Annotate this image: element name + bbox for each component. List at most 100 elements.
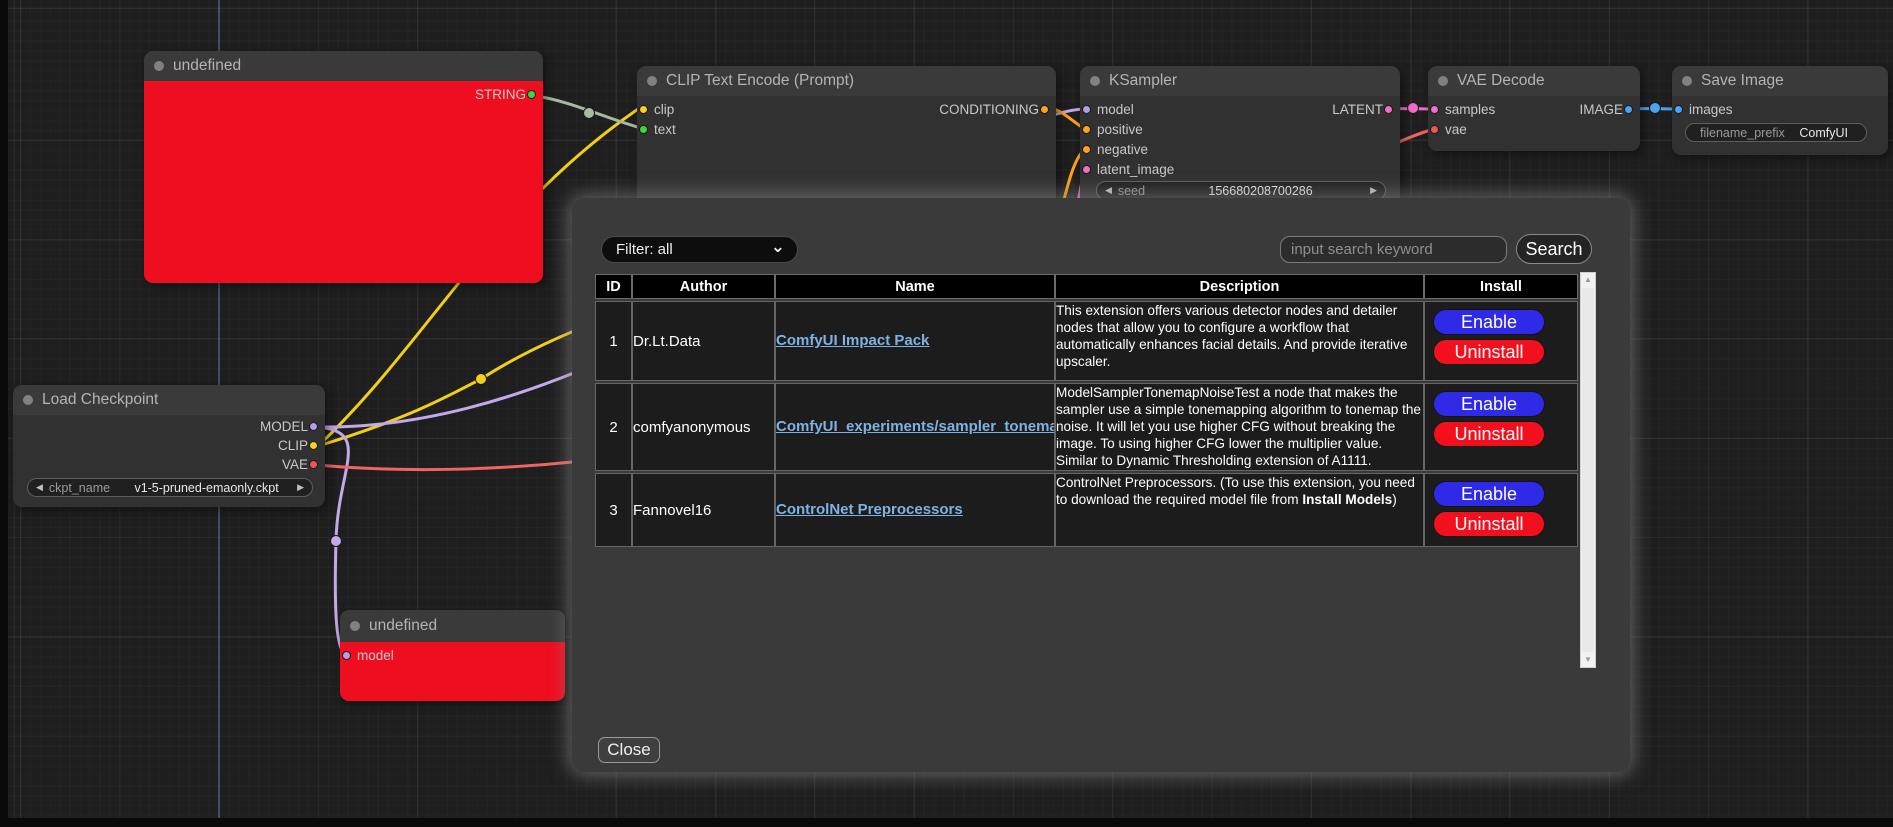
node-vae-decode[interactable]: VAE Decode samples IMAGE vae (1428, 66, 1640, 151)
cell-author: Dr.Lt.Data (632, 301, 775, 381)
filter-select[interactable]: Filter: all ⌄ (601, 236, 798, 263)
input-slot-samples[interactable] (1430, 105, 1439, 114)
output-slot-string[interactable] (527, 90, 536, 99)
extension-link[interactable]: ComfyUI Impact Pack (776, 332, 929, 349)
node-status-dot-icon (1682, 76, 1692, 86)
filename-prefix-widget[interactable]: filename_prefix ComfyUI (1685, 123, 1867, 142)
node-title-bar[interactable]: undefined (144, 51, 543, 81)
reroute-dot[interactable] (584, 108, 595, 119)
scroll-down-icon[interactable]: ▼ (1581, 653, 1595, 667)
output-label: CLIP (278, 438, 308, 453)
node-title: CLIP Text Encode (Prompt) (666, 72, 854, 90)
input-slot-vae[interactable] (1430, 125, 1439, 134)
output-slot-conditioning[interactable] (1040, 105, 1049, 114)
output-label: MODEL (260, 419, 308, 434)
node-body: samples IMAGE vae (1428, 96, 1640, 151)
increase-arrow-icon[interactable]: ▶ (1370, 186, 1377, 195)
enable-button[interactable]: Enable (1433, 481, 1545, 507)
column-header: Name (775, 274, 1055, 299)
column-header: ID (595, 274, 632, 299)
uninstall-button[interactable]: Uninstall (1433, 339, 1545, 365)
extension-row: 1Dr.Lt.DataComfyUI Impact PackThis exten… (595, 301, 1578, 381)
node-status-dot-icon (23, 395, 33, 405)
uninstall-button[interactable]: Uninstall (1433, 511, 1545, 537)
node-status-dot-icon (1438, 76, 1448, 86)
cell-author: Fannovel16 (632, 473, 775, 547)
node-title: VAE Decode (1457, 72, 1545, 90)
reroute-dot[interactable] (476, 374, 487, 385)
node-ksampler[interactable]: KSampler model LATENT positive negative … (1080, 66, 1400, 209)
cell-author: comfyanonymous (632, 383, 775, 471)
node-save-image[interactable]: Save Image images filename_prefix ComfyU… (1672, 66, 1888, 155)
output-slot-model[interactable] (309, 422, 318, 431)
cell-install: Enable Uninstall (1424, 301, 1578, 381)
cell-name: ControlNet Preprocessors (775, 473, 1055, 547)
extension-table-container: IDAuthorNameDescriptionInstall 1Dr.Lt.Da… (595, 272, 1601, 668)
extension-link[interactable]: ControlNet Preprocessors (776, 501, 963, 518)
cell-description: This extension offers various detector n… (1055, 301, 1424, 381)
uninstall-button[interactable]: Uninstall (1433, 421, 1545, 447)
scroll-up-icon[interactable]: ▲ (1581, 273, 1595, 287)
cell-name: ComfyUI_experiments/sampler_tonemap (775, 383, 1055, 471)
output-slot-clip[interactable] (309, 441, 318, 450)
node-title-bar[interactable]: Save Image (1672, 66, 1888, 96)
node-title-bar[interactable]: VAE Decode (1428, 66, 1640, 96)
node-body: model (340, 642, 565, 701)
comfyui-app: { "icons": { "arrow_left": "◀", "arrow_r… (0, 0, 1893, 827)
node-load-checkpoint[interactable]: Load Checkpoint MODEL CLIP VAE ◀ ckpt_na… (13, 385, 325, 507)
search-input[interactable] (1280, 236, 1507, 263)
input-slot-images[interactable] (1674, 105, 1683, 114)
node-undefined-top[interactable]: undefined STRING (144, 51, 543, 283)
increase-arrow-icon[interactable]: ▶ (297, 483, 304, 492)
input-slot-model[interactable] (342, 651, 351, 660)
close-button[interactable]: Close (598, 737, 660, 763)
node-title-bar[interactable]: undefined (340, 610, 565, 642)
node-body: STRING (144, 81, 543, 283)
output-slot-vae[interactable] (309, 460, 318, 469)
seed-value: 156680208700286 (1151, 184, 1370, 198)
output-label: STRING (475, 87, 526, 102)
enable-button[interactable]: Enable (1433, 309, 1545, 335)
input-slot-clip[interactable] (639, 105, 648, 114)
node-undefined-bottom[interactable]: undefined model (340, 610, 565, 701)
reroute-dot[interactable] (331, 536, 342, 547)
output-slot-latent[interactable] (1384, 105, 1393, 114)
node-title-bar[interactable]: Load Checkpoint (13, 385, 325, 415)
chevron-down-icon: ⌄ (771, 242, 785, 252)
node-status-dot-icon (154, 61, 164, 71)
input-slot-model[interactable] (1082, 105, 1091, 114)
filename-prefix-value: ComfyUI (1791, 126, 1858, 140)
node-title-bar[interactable]: KSampler (1080, 66, 1400, 96)
table-scrollbar[interactable]: ▲ ▼ (1580, 272, 1596, 668)
column-header: Author (632, 274, 775, 299)
extension-row: 2comfyanonymousComfyUI_experiments/sampl… (595, 383, 1578, 471)
cell-id: 3 (595, 473, 632, 547)
input-slot-latent-image[interactable] (1082, 165, 1091, 174)
decrease-arrow-icon[interactable]: ◀ (36, 483, 43, 492)
cell-description: ModelSamplerTonemapNoiseTest a node that… (1055, 383, 1424, 471)
input-slot-negative[interactable] (1082, 145, 1091, 154)
node-title: KSampler (1109, 72, 1177, 90)
node-status-dot-icon (647, 76, 657, 86)
output-label: IMAGE (1579, 102, 1623, 117)
scrollbar-thumb[interactable] (1582, 288, 1594, 652)
node-title: Save Image (1701, 72, 1784, 90)
cell-description: ControlNet Preprocessors. (To use this e… (1055, 473, 1424, 547)
column-header: Install (1424, 274, 1578, 299)
input-slot-text[interactable] (639, 125, 648, 134)
output-label: VAE (282, 457, 308, 472)
reroute-dot[interactable] (1650, 103, 1661, 114)
node-title-bar[interactable]: CLIP Text Encode (Prompt) (637, 66, 1056, 96)
node-clip-text-encode[interactable]: CLIP Text Encode (Prompt) clip CONDITION… (637, 66, 1056, 211)
extension-table: IDAuthorNameDescriptionInstall 1Dr.Lt.Da… (595, 272, 1578, 549)
decrease-arrow-icon[interactable]: ◀ (1105, 186, 1112, 195)
enable-button[interactable]: Enable (1433, 391, 1545, 417)
output-slot-image[interactable] (1624, 105, 1633, 114)
reroute-dot[interactable] (1408, 103, 1419, 114)
search-button[interactable]: Search (1516, 234, 1592, 264)
ckpt-name-value: v1-5-pruned-emaonly.ckpt (116, 481, 297, 495)
column-header: Description (1055, 274, 1424, 299)
input-slot-positive[interactable] (1082, 125, 1091, 134)
extension-link[interactable]: ComfyUI_experiments/sampler_tonemap (776, 418, 1055, 435)
ckpt-name-widget[interactable]: ◀ ckpt_name v1-5-pruned-emaonly.ckpt ▶ (27, 478, 313, 497)
